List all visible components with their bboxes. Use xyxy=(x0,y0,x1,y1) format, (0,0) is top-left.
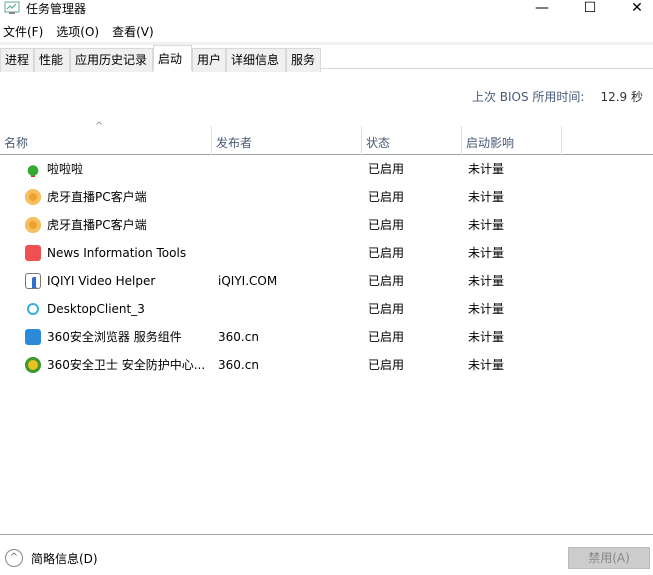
row-publisher: iQIYI.COM xyxy=(218,274,278,288)
row-status: 已启用 xyxy=(368,162,405,176)
huya-icon xyxy=(25,189,41,205)
row-status: 已启用 xyxy=(368,358,405,372)
news-icon xyxy=(25,245,41,261)
minimize-button[interactable]: — xyxy=(522,0,562,16)
row-impact: 未计量 xyxy=(468,190,505,204)
task-manager-icon xyxy=(4,1,20,14)
table-row[interactable]: 虎牙直播PC客户端 已启用 未计量 xyxy=(0,211,653,239)
menu-options[interactable]: 选项(O) xyxy=(53,22,103,42)
brief-info-toggle[interactable]: ^ 简略信息(D) xyxy=(5,549,98,567)
row-impact: 未计量 xyxy=(468,274,505,288)
table-row[interactable]: 啦啦啦 已启用 未计量 xyxy=(0,155,653,183)
row-publisher: 360.cn xyxy=(218,330,259,344)
row-name: DesktopClient_3 xyxy=(47,302,145,316)
table-row[interactable]: News Information Tools 已启用 未计量 xyxy=(0,239,653,267)
tab-app-history[interactable]: 应用历史记录 xyxy=(70,48,153,72)
row-name: 360安全卫士 安全防护中心... xyxy=(47,358,206,372)
column-name[interactable]: ^ 名称 xyxy=(0,121,212,155)
column-status[interactable]: 状态 xyxy=(362,126,462,155)
row-name: 360安全浏览器 服务组件 xyxy=(47,330,182,344)
tab-performance[interactable]: 性能 xyxy=(34,48,70,72)
row-status: 已启用 xyxy=(368,274,405,288)
table-row[interactable]: 360安全浏览器 服务组件 360.cn 已启用 未计量 xyxy=(0,323,653,351)
window-title: 任务管理器 xyxy=(26,2,87,16)
row-name: IQIYI Video Helper xyxy=(47,274,156,288)
maximize-button[interactable]: ☐ xyxy=(570,0,610,16)
tab-processes[interactable]: 进程 xyxy=(0,48,34,72)
row-status: 已启用 xyxy=(368,330,405,344)
row-status: 已启用 xyxy=(368,218,405,232)
row-impact: 未计量 xyxy=(468,330,505,344)
table-row[interactable]: DesktopClient_3 已启用 未计量 xyxy=(0,295,653,323)
window-icon xyxy=(25,273,41,289)
guard-360-icon xyxy=(25,357,41,373)
row-name: News Information Tools xyxy=(47,246,187,260)
tab-services[interactable]: 服务 xyxy=(286,48,321,72)
row-impact: 未计量 xyxy=(468,246,505,260)
row-impact: 未计量 xyxy=(468,218,505,232)
row-impact: 未计量 xyxy=(468,358,505,372)
menu-bar: 文件(F) 选项(O) 查看(V) xyxy=(0,22,164,42)
tab-strip: 进程 性能 应用历史记录 启动 用户 详细信息 服务 xyxy=(0,42,653,72)
row-name: 虎牙直播PC客户端 xyxy=(47,190,147,204)
menu-file[interactable]: 文件(F) xyxy=(0,22,47,42)
footer-divider xyxy=(0,534,653,535)
browser-360-icon xyxy=(25,329,41,345)
close-button[interactable]: ✕ xyxy=(617,0,653,16)
chevron-up-icon: ^ xyxy=(5,549,23,567)
huya-icon xyxy=(25,217,41,233)
bios-time-label: 上次 BIOS 所用时间: xyxy=(471,90,585,104)
bios-time: 上次 BIOS 所用时间: 12.9 秒 xyxy=(472,88,643,105)
table-row[interactable]: 虎牙直播PC客户端 已启用 未计量 xyxy=(0,183,653,211)
row-status: 已启用 xyxy=(368,190,405,204)
menu-view[interactable]: 查看(V) xyxy=(109,22,158,42)
table-row[interactable]: 360安全卫士 安全防护中心... 360.cn 已启用 未计量 xyxy=(0,351,653,379)
row-impact: 未计量 xyxy=(468,302,505,316)
tab-users[interactable]: 用户 xyxy=(192,48,226,72)
row-status: 已启用 xyxy=(368,246,405,260)
row-name: 啦啦啦 xyxy=(47,162,84,176)
tab-details[interactable]: 详细信息 xyxy=(226,48,286,72)
brief-info-label: 简略信息(D) xyxy=(31,551,98,566)
column-header: ^ 名称 发布者 状态 启动影响 xyxy=(0,121,653,155)
row-name: 虎牙直播PC客户端 xyxy=(47,218,147,232)
bios-time-value: 12.9 秒 xyxy=(600,90,643,104)
column-name-label: 名称 xyxy=(4,136,29,150)
title-bar: 任务管理器 — ☐ ✕ xyxy=(0,0,653,16)
row-publisher: 360.cn xyxy=(218,358,259,372)
tab-startup[interactable]: 启动 xyxy=(153,45,192,71)
column-impact[interactable]: 启动影响 xyxy=(462,126,562,155)
table-row[interactable]: IQIYI Video Helper iQIYI.COM 已启用 未计量 xyxy=(0,267,653,295)
column-publisher[interactable]: 发布者 xyxy=(212,126,362,155)
row-status: 已启用 xyxy=(368,302,405,316)
tree-icon xyxy=(25,161,41,177)
row-impact: 未计量 xyxy=(468,162,505,176)
disable-button[interactable]: 禁用(A) xyxy=(568,547,650,569)
search-icon xyxy=(27,303,39,315)
sort-ascending-icon: ^ xyxy=(95,121,104,132)
